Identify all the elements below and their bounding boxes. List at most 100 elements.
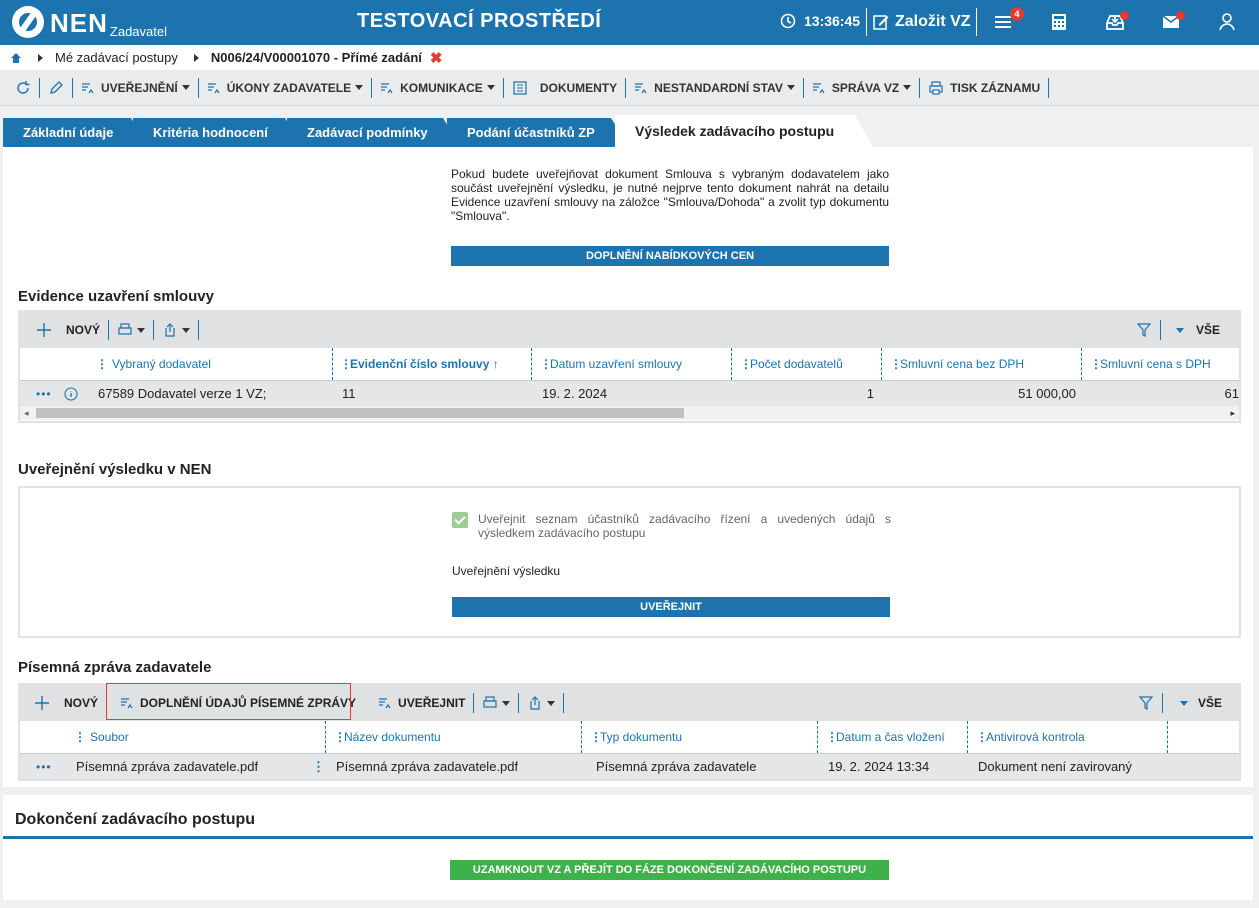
contract-show-all[interactable]: VŠE [1196,323,1220,337]
row-menu-icon[interactable]: ••• [36,381,52,407]
filter-icon[interactable] [1138,695,1154,711]
environment-title: TESTOVACÍ PROSTŘEDÍ [357,10,602,32]
completion-section: Dokončení zadávacího postupu UZAMKNOUT V… [3,795,1253,900]
toolbar-actions-menu[interactable]: ÚKONY ZADAVATELE [207,81,364,95]
price-completion-button[interactable]: DOPLNĚNÍ NABÍDKOVÝCH CEN [451,246,889,266]
tab-tender-conditions[interactable]: Zadávací podmínky [287,118,461,147]
completion-title: Dokončení zadávacího postupu [15,811,256,828]
column-header-document-name[interactable]: ⋮ Název dokumentu [328,721,582,753]
export-icon[interactable] [482,695,498,711]
create-vz-button[interactable]: Založit VZ [866,8,977,36]
column-header-document-type[interactable]: ⋮ Typ dokumentu [584,721,818,753]
toolbar-divider [371,77,373,98]
document-icon [513,80,527,95]
cell-contract-date: 19. 2. 2024 [542,386,608,401]
toolbar-nonstandard-menu[interactable]: NESTANDARDNÍ STAV [634,81,795,95]
publish-result-button[interactable]: UVEŘEJNIT [452,597,890,617]
column-header-file[interactable]: ⋮ Soubor [20,721,326,753]
report-new-button[interactable]: NOVÝ [64,696,98,710]
chevron-down-icon[interactable] [1180,701,1188,706]
column-header-contract-date[interactable]: ⋮ Datum uzavření smlouvy [534,348,732,380]
report-show-all[interactable]: VŠE [1198,696,1222,710]
contract-evidence-grid: NOVÝ VŠE ⋮ Vybraný dodavatel ⋮ Evidenční č… [18,310,1241,423]
chevron-down-icon[interactable] [137,327,146,333]
plus-icon[interactable] [34,695,50,711]
toolbar-divider [802,77,804,98]
publish-participants-checkbox[interactable] [452,512,468,528]
scrollbar-thumb[interactable] [36,408,684,418]
export-icon[interactable] [117,322,133,338]
toolbar-print-button[interactable]: TISK ZÁZNAMU [928,80,1040,96]
column-header-file-label: Soubor [90,730,129,744]
table-row[interactable]: ••• Písemná zpráva zadavatele.pdf ⋮ Píse… [20,753,1239,779]
toolbar-communication-menu[interactable]: KOMUNIKACE [380,81,495,95]
column-header-contract-number[interactable]: ⋮ Evidenční číslo smlouvy ↑ [334,348,532,380]
toolbar-documents-button[interactable]: DOKUMENTY [512,80,617,96]
chevron-down-icon[interactable] [1176,328,1184,333]
toolbar-communication-label: KOMUNIKACE [400,80,483,95]
create-vz-label: Založit VZ [895,13,971,30]
column-header-antivirus[interactable]: ⋮ Antivirová kontrola [970,721,1168,753]
plus-icon[interactable] [36,322,52,338]
procedure-tabs: Základní údaje Kritéria hodnocení Zadáva… [0,112,1259,147]
info-icon[interactable] [64,387,78,401]
toolbar-publish-menu[interactable]: UVEŘEJNĚNÍ [81,81,190,95]
column-header-price-net-label: Smluvní cena bez DPH [900,357,1025,371]
toolbar-divider [473,693,475,713]
tab-basic-info[interactable]: Základní údaje [3,118,149,147]
toolbar-divider [1160,320,1161,340]
file-options-icon[interactable]: ⋮ [312,754,325,780]
toolbar-print-label: TISK ZÁZNAMU [950,80,1041,95]
notification-badge: 4 [1010,7,1024,21]
column-header-supplier[interactable]: ⋮ Vybraný dodavatel [20,348,333,380]
tab-participant-submissions[interactable]: Podání účastníků ZP [447,118,629,147]
contract-new-button[interactable]: NOVÝ [66,323,100,337]
toolbar-management-menu[interactable]: SPRÁVA VZ [812,81,912,95]
chevron-down-icon[interactable] [502,700,511,706]
close-procedure-icon[interactable]: ✖ [430,49,443,67]
share-icon[interactable] [162,322,178,338]
section-divider [3,836,1253,839]
logo-text: NEN [50,8,108,38]
top-bar: NEN Zadavatel TESTOVACÍ PROSTŘEDÍ 13:36:… [0,0,1259,45]
action-icon [812,82,825,93]
nen-logo[interactable]: NEN Zadavatel [12,6,167,39]
session-clock: 13:36:45 [780,13,860,29]
tab-procedure-result[interactable]: Výsledek zadávacího postupu [615,115,873,147]
chevron-down-icon[interactable] [547,700,556,706]
column-header-inserted-at[interactable]: ⋮ Datum a čas vložení [820,721,968,753]
cell-price-net: 51 000,00 [1018,386,1076,401]
tab-evaluation-criteria[interactable]: Kritéria hodnocení [133,118,303,147]
action-icon [379,698,391,709]
table-row[interactable]: ••• 67589 Dodavatel verze 1 VZ; 11 19. 2… [20,380,1239,406]
action-icon [82,82,94,93]
cell-document-name: Písemná zpráva zadavatele.pdf [336,759,519,774]
report-publish-label: UVEŘEJNIT [398,696,466,710]
report-publish-button[interactable]: UVEŘEJNIT [378,696,465,710]
refresh-icon[interactable] [15,80,31,96]
cell-file[interactable]: Písemná zpráva zadavatele.pdf [76,754,258,780]
column-header-price-gross[interactable]: ⋮ Smluvní cena s DPH [1084,348,1239,380]
column-header-price-net[interactable]: ⋮ Smluvní cena bez DPH [884,348,1082,380]
procedure-toolbar: UVEŘEJNĚNÍ ÚKONY ZADAVATELE KOMUNIKACE D… [0,70,1259,106]
breadcrumb-separator-icon [38,53,43,62]
lock-and-complete-button[interactable]: UZAMKNOUT VZ A PŘEJÍT DO FÁZE DOKONČENÍ … [450,860,889,880]
horizontal-scrollbar[interactable]: ◂ ▸ [20,406,1239,420]
toolbar-divider [1048,77,1050,98]
pencil-icon[interactable] [48,80,64,96]
scroll-left-icon[interactable]: ◂ [24,408,29,419]
chevron-down-icon [181,85,190,90]
scroll-right-icon[interactable]: ▸ [1230,408,1235,419]
cell-document-type: Písemná zpráva zadavatele [596,759,757,774]
chevron-down-icon[interactable] [182,327,191,333]
column-header-supplier-count[interactable]: ⋮ Počet dodavatelů [734,348,882,380]
cell-antivirus: Dokument není zavirovaný [978,759,1132,774]
user-icon[interactable] [1216,11,1238,33]
breadcrumb-my-procedures[interactable]: Mé zadávací postupy [55,50,178,65]
row-menu-icon[interactable]: ••• [36,754,52,780]
filter-icon[interactable] [1136,322,1152,338]
publication-title: Uveřejnění výsledku v NEN [18,461,212,478]
calculator-icon[interactable] [1048,11,1070,33]
home-icon[interactable] [10,52,22,64]
share-icon[interactable] [527,695,543,711]
